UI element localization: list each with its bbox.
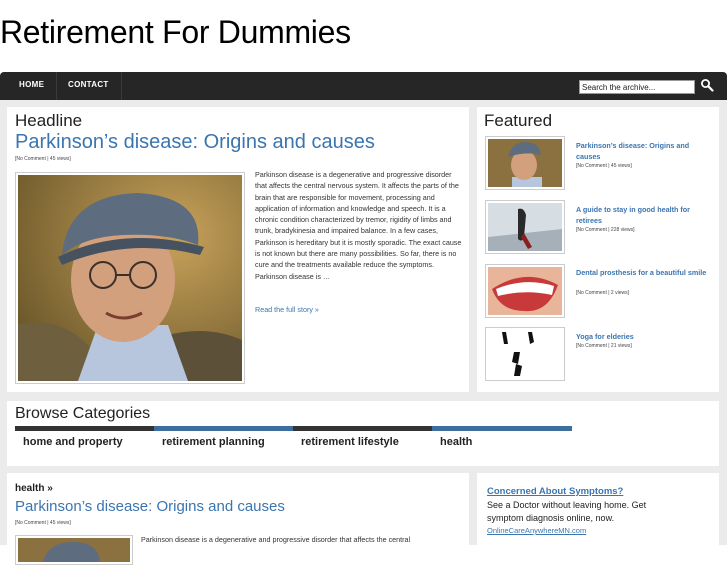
bottom-post-meta: [No Comment | 45 views] bbox=[15, 520, 71, 526]
nav-contact[interactable]: CONTACT bbox=[56, 72, 122, 100]
featured-item-title[interactable]: Parkinson’s disease: Origins and causes bbox=[576, 140, 714, 163]
ad-url[interactable]: OnlineCareAnywhereMN.com bbox=[487, 526, 586, 535]
elderly-man-photo-icon bbox=[488, 139, 562, 187]
category-home-and-property[interactable]: home and property bbox=[23, 436, 123, 448]
featured-label: Featured bbox=[484, 111, 553, 130]
category-bar bbox=[154, 426, 293, 431]
bottom-category-label[interactable]: health » bbox=[15, 483, 53, 494]
featured-item-meta: [No Comment | 2 views] bbox=[576, 290, 629, 296]
elderly-man-photo-icon bbox=[18, 538, 130, 562]
read-more-link[interactable]: Read the full story » bbox=[255, 305, 319, 314]
nav-home[interactable]: HOME bbox=[7, 72, 58, 100]
bottom-post-title[interactable]: Parkinson’s disease: Origins and causes bbox=[15, 498, 285, 515]
featured-thumb-3[interactable] bbox=[485, 264, 565, 318]
ad-title[interactable]: Concerned About Symptoms? bbox=[487, 486, 623, 497]
headline-meta: [No Comment | 45 views] bbox=[15, 156, 71, 162]
category-bar bbox=[432, 426, 572, 431]
yoga-photo-icon bbox=[488, 330, 562, 378]
bottom-post-excerpt: Parkinson disease is a degenerative and … bbox=[141, 535, 411, 544]
featured-item-meta: [No Comment | 228 views] bbox=[576, 227, 635, 233]
featured-thumb-1[interactable] bbox=[485, 136, 565, 190]
headline-excerpt: Parkinson disease is a degenerative and … bbox=[255, 170, 462, 281]
featured-item-title[interactable]: Dental prosthesis for a beautiful smile bbox=[576, 267, 714, 278]
browse-categories-label: Browse Categories bbox=[15, 405, 151, 422]
headline-image[interactable] bbox=[15, 172, 245, 384]
featured-item-title[interactable]: Yoga for elderies bbox=[576, 331, 714, 342]
featured-item-title[interactable]: A guide to stay in good health for retir… bbox=[576, 204, 714, 227]
headline-label: Headline bbox=[15, 111, 83, 130]
category-health[interactable]: health bbox=[440, 436, 472, 448]
headline-title[interactable]: Parkinson’s disease: Origins and causes bbox=[15, 131, 375, 154]
featured-item-meta: [No Comment | 45 views] bbox=[576, 163, 632, 169]
category-retirement-lifestyle[interactable]: retirement lifestyle bbox=[301, 436, 399, 448]
featured-thumb-4[interactable] bbox=[485, 327, 565, 381]
elderly-man-photo-icon bbox=[18, 175, 242, 381]
ad-body: See a Doctor without leaving home. Get s… bbox=[487, 500, 647, 523]
runner-photo-icon bbox=[488, 203, 562, 251]
category-bar bbox=[293, 426, 432, 431]
category-bar bbox=[15, 426, 154, 431]
bottom-post-image[interactable] bbox=[15, 535, 133, 565]
featured-item-meta: [No Comment | 21 views] bbox=[576, 343, 632, 349]
smile-photo-icon bbox=[488, 267, 562, 315]
featured-thumb-2[interactable] bbox=[485, 200, 565, 254]
category-retirement-planning[interactable]: retirement planning bbox=[162, 436, 265, 448]
site-title[interactable]: Retirement For Dummies bbox=[0, 14, 351, 51]
search-icon[interactable] bbox=[700, 78, 714, 92]
search-input[interactable] bbox=[579, 80, 695, 94]
